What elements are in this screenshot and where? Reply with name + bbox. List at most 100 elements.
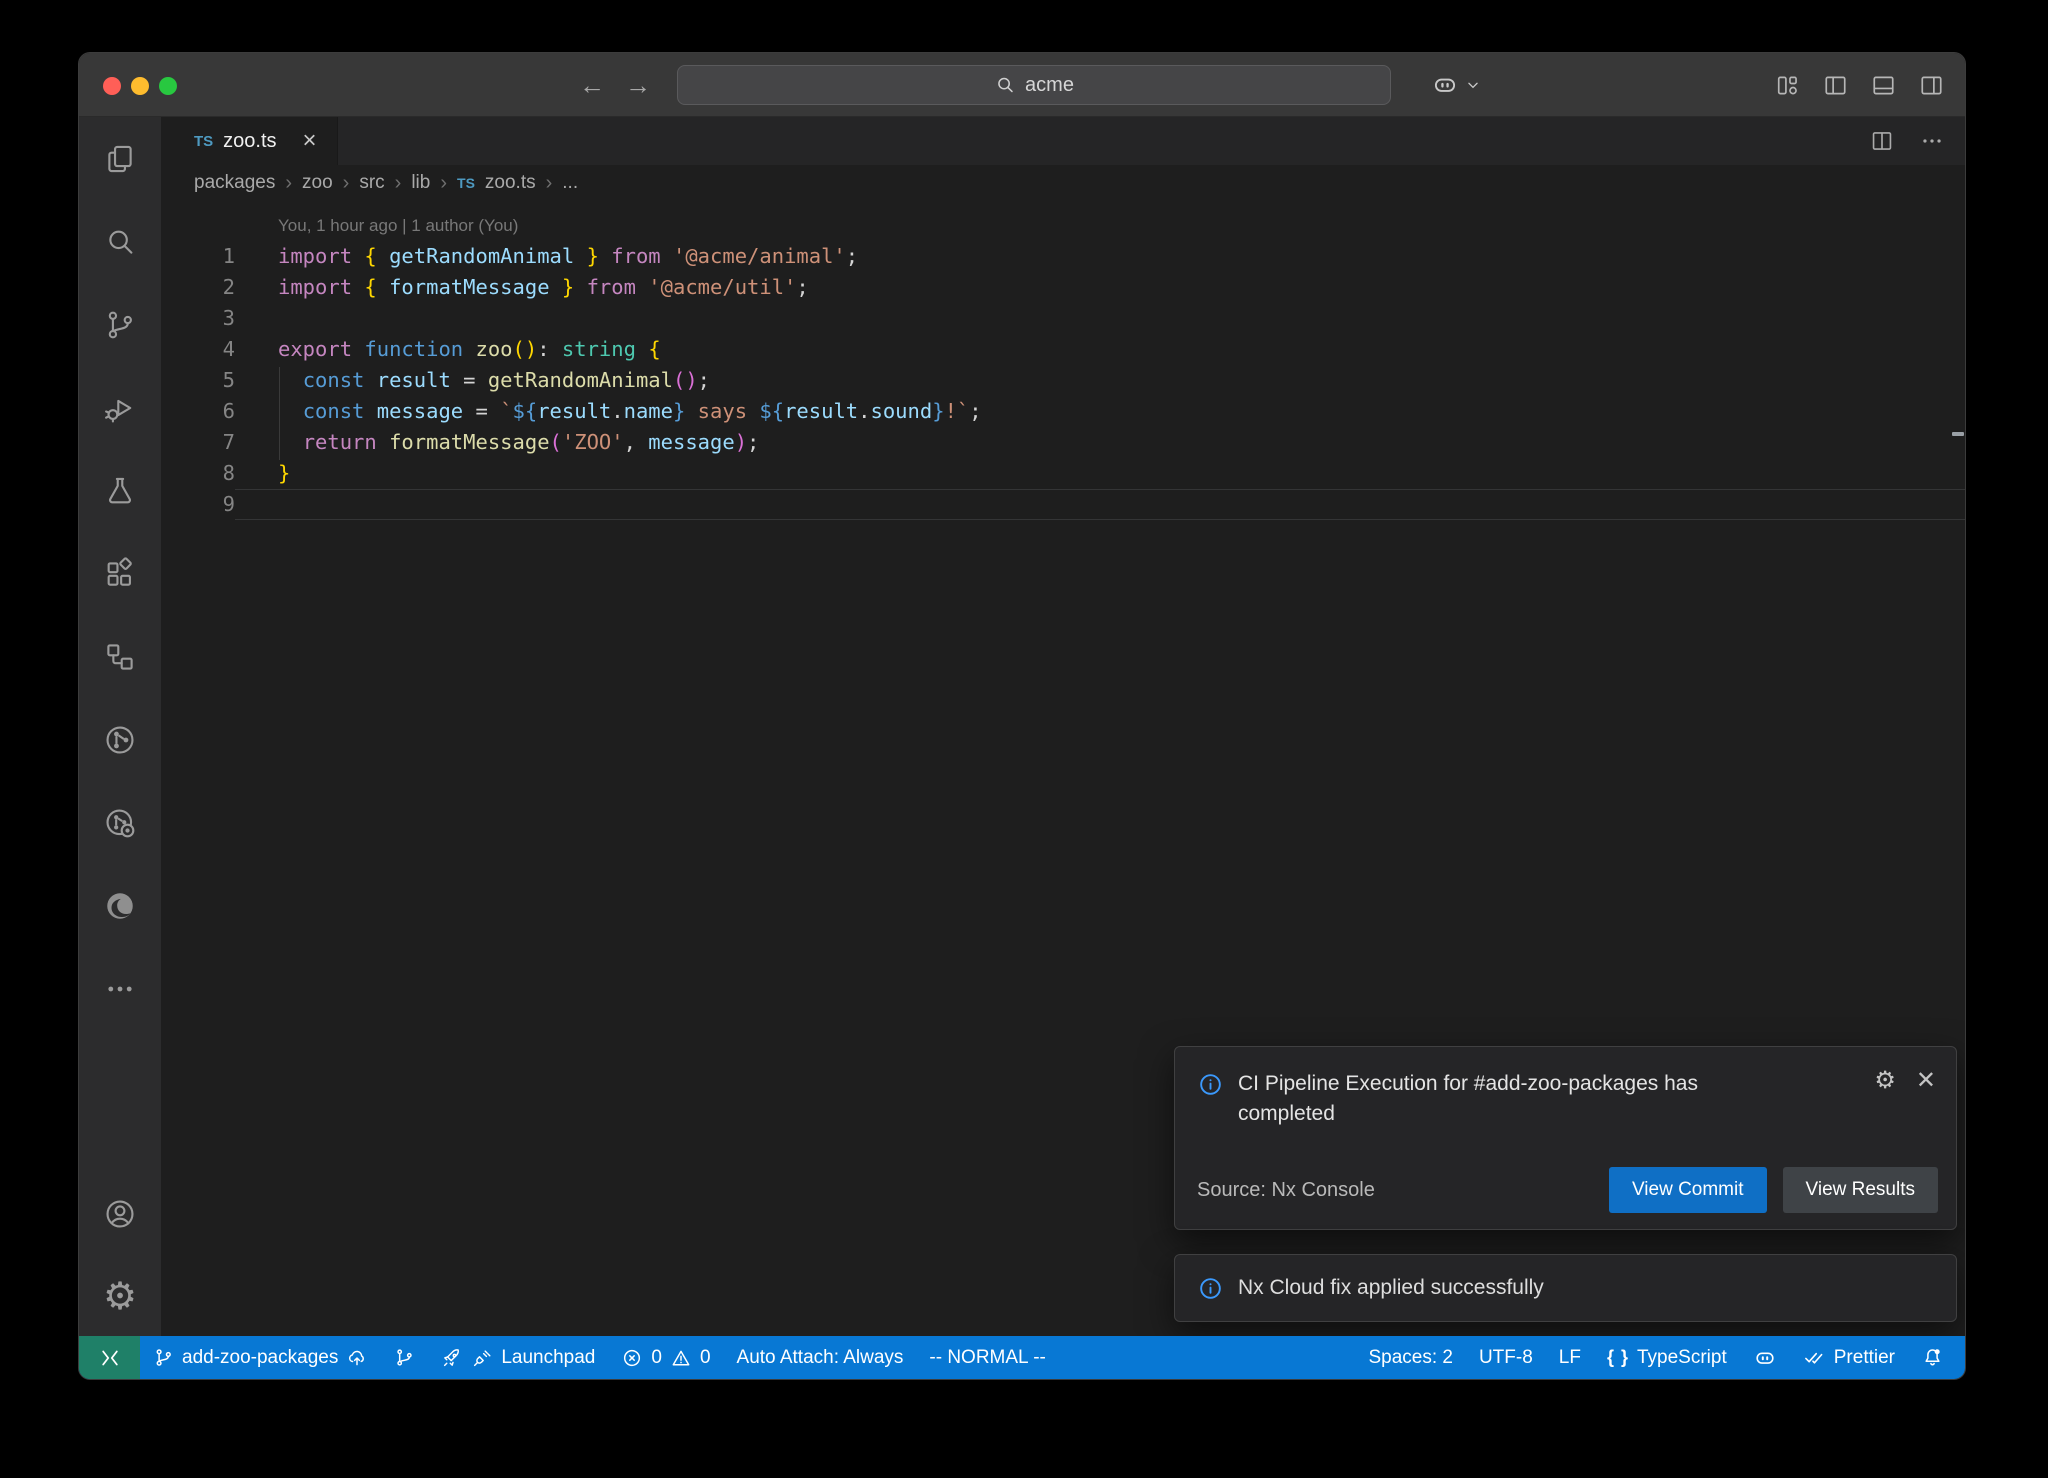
code-line[interactable]: 6 const message = `${result.name} says $… [161,396,1966,427]
traffic-lights [103,77,177,95]
breadcrumb-file[interactable]: zoo.ts [485,172,536,194]
breadcrumb-item[interactable]: src [359,172,384,194]
error-icon [621,1347,643,1369]
status-indentation[interactable]: Spaces: 2 [1355,1336,1466,1379]
info-icon [1197,1071,1224,1098]
command-center-search[interactable]: acme [677,65,1391,105]
close-tab-icon[interactable]: × [303,129,317,153]
status-copilot[interactable] [1740,1336,1790,1379]
line-number: 8 [161,458,235,489]
info-icon [1197,1275,1224,1302]
copilot-icon [1431,71,1459,99]
branch-name: add-zoo-packages [182,1347,338,1369]
code-line[interactable]: 3 [161,303,1966,334]
line-number: 6 [161,396,235,427]
code-line[interactable]: 4export function zoo(): string { [161,334,1966,365]
code-line[interactable]: 7 return formatMessage('ZOO', message); [161,427,1966,458]
notification-toast: CI Pipeline Execution for #add-zoo-packa… [1174,1046,1957,1230]
remote-icon [98,1346,122,1370]
code-line[interactable]: 1import { getRandomAnimal } from '@acme/… [161,241,1966,272]
minimize-window-button[interactable] [131,77,149,95]
bell-badge-icon [1921,1346,1944,1369]
nx-console-icon[interactable] [79,698,161,781]
status-notifications-bell[interactable] [1908,1336,1957,1379]
plug-icon [471,1347,493,1369]
breadcrumb: packages › zoo › src › lib › TS zoo.ts ›… [161,165,1966,201]
back-icon[interactable]: ← [579,70,605,101]
overview-ruler-marker [1952,432,1964,436]
zoom-window-button[interactable] [159,77,177,95]
line-number: 1 [161,241,235,272]
copilot-menu[interactable] [1431,53,1480,117]
status-auto-attach[interactable]: Auto Attach: Always [724,1336,917,1379]
copilot-icon [1753,1346,1777,1370]
code-line[interactable]: 9 [161,489,1966,520]
git-blame-codelens[interactable]: You, 1 hour ago | 1 author (You) [278,211,1966,241]
status-formatter[interactable]: Prettier [1790,1336,1908,1379]
line-number: 7 [161,427,235,458]
breadcrumb-more[interactable]: ... [562,172,578,194]
warning-count: 0 [700,1347,711,1369]
line-number: 3 [161,303,235,334]
notification-message: CI Pipeline Execution for #add-zoo-packa… [1238,1069,1758,1129]
status-vim-mode[interactable]: -- NORMAL -- [916,1336,1058,1379]
line-number: 2 [161,272,235,303]
breadcrumb-item[interactable]: zoo [302,172,333,194]
chevron-right-icon: › [546,172,553,195]
project-graph-icon[interactable] [79,615,161,698]
more-views-icon[interactable] [79,947,161,1030]
notification-settings-icon[interactable]: ⚙ [1874,1069,1896,1093]
status-branch[interactable]: add-zoo-packages [140,1336,381,1379]
view-results-button[interactable]: View Results [1783,1167,1938,1213]
line-number: 5 [161,365,235,396]
toggle-panel-icon[interactable] [1870,72,1897,99]
chevron-right-icon: › [440,172,447,195]
breadcrumb-item[interactable]: lib [411,172,430,194]
accounts-icon[interactable] [79,1172,161,1255]
line-number: 9 [161,489,235,520]
code-line[interactable]: 2import { formatMessage } from '@acme/ut… [161,272,1966,303]
source-control-icon[interactable] [79,283,161,366]
run-and-debug-icon[interactable] [79,366,161,449]
code-editor[interactable]: 1import { getRandomAnimal } from '@acme/… [161,241,1966,520]
settings-gear-icon[interactable]: ⚙ [79,1255,161,1338]
breadcrumb-item[interactable]: packages [194,172,275,194]
check-all-icon [1803,1346,1826,1369]
more-actions-icon[interactable] [1919,128,1945,154]
typescript-file-icon: TS [457,175,475,191]
extensions-icon[interactable] [79,532,161,615]
split-editor-icon[interactable] [1869,128,1895,154]
tab-label: zoo.ts [223,130,276,153]
code-line[interactable]: 5 const result = getRandomAnimal(); [161,365,1966,396]
indent-guide [279,367,280,460]
remote-indicator[interactable] [79,1336,140,1379]
typescript-file-icon: TS [194,133,213,150]
forward-icon[interactable]: → [625,70,651,101]
chevron-right-icon: › [343,172,350,195]
cloud-upload-icon [346,1347,368,1369]
code-line[interactable]: 8} [161,458,1966,489]
search-view-icon[interactable] [79,200,161,283]
notification-message: Nx Cloud fix applied successfully [1238,1276,1544,1300]
notification-close-icon[interactable]: ✕ [1916,1069,1936,1093]
edge-browser-icon[interactable] [79,864,161,947]
status-language[interactable]: { } TypeScript [1594,1336,1740,1379]
notification-toast: Nx Cloud fix applied successfully [1174,1254,1957,1322]
testing-icon[interactable] [79,449,161,532]
toggle-secondary-sidebar-icon[interactable] [1918,72,1945,99]
view-commit-button[interactable]: View Commit [1609,1167,1767,1213]
status-eol[interactable]: LF [1546,1336,1594,1379]
close-window-button[interactable] [103,77,121,95]
rocket-icon [441,1347,463,1369]
customize-layout-icon[interactable] [1774,72,1801,99]
chevron-down-icon [1466,78,1480,92]
toggle-sidebar-icon[interactable] [1822,72,1849,99]
status-problems[interactable]: 0 0 [608,1336,723,1379]
notification-source: Source: Nx Console [1197,1179,1375,1202]
tab-zoo-ts[interactable]: TS zoo.ts × [161,117,338,165]
status-encoding[interactable]: UTF-8 [1466,1336,1546,1379]
nx-cloud-icon[interactable] [79,781,161,864]
status-git-graph[interactable] [381,1336,428,1379]
status-launchpad[interactable]: Launchpad [428,1336,608,1379]
explorer-icon[interactable] [79,117,161,200]
